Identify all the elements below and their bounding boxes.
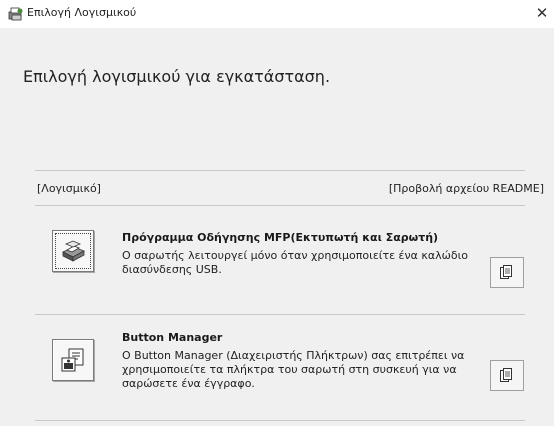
- window-title: Επιλογή Λογισμικού: [27, 6, 137, 19]
- document-icon: [500, 368, 512, 382]
- document-icon: [500, 265, 512, 279]
- title-bar: Επιλογή Λογισμικού ✕: [0, 0, 554, 28]
- column-header-readme: [Προβολή αρχείου README]: [388, 182, 544, 195]
- column-header-software: [Λογισμικό]: [37, 182, 101, 195]
- software-title: Πρόγραμμα Οδήγησης MFP(Εκτυπωτή και Σαρω…: [122, 231, 439, 244]
- divider: [35, 205, 525, 206]
- software-description: Ο σαρωτής λειτουργεί μόνο όταν χρησιμοπο…: [122, 249, 469, 276]
- readme-button[interactable]: [490, 257, 524, 288]
- printer-scanner-icon: [62, 240, 85, 262]
- software-title: Button Manager: [122, 331, 223, 344]
- readme-button[interactable]: [490, 360, 524, 391]
- divider: [35, 420, 525, 421]
- install-mfp-driver-button[interactable]: [52, 230, 94, 272]
- divider: [35, 170, 525, 171]
- page-heading: Επιλογή λογισμικού για εγκατάσταση.: [23, 67, 331, 86]
- installer-icon: [8, 7, 23, 21]
- close-button[interactable]: ✕: [530, 0, 554, 28]
- button-manager-icon: [61, 348, 84, 372]
- install-button-manager-button[interactable]: [52, 339, 94, 381]
- software-description: Ο Button Manager (Διαχειριστής Πλήκτρων)…: [122, 349, 465, 390]
- divider: [35, 314, 525, 315]
